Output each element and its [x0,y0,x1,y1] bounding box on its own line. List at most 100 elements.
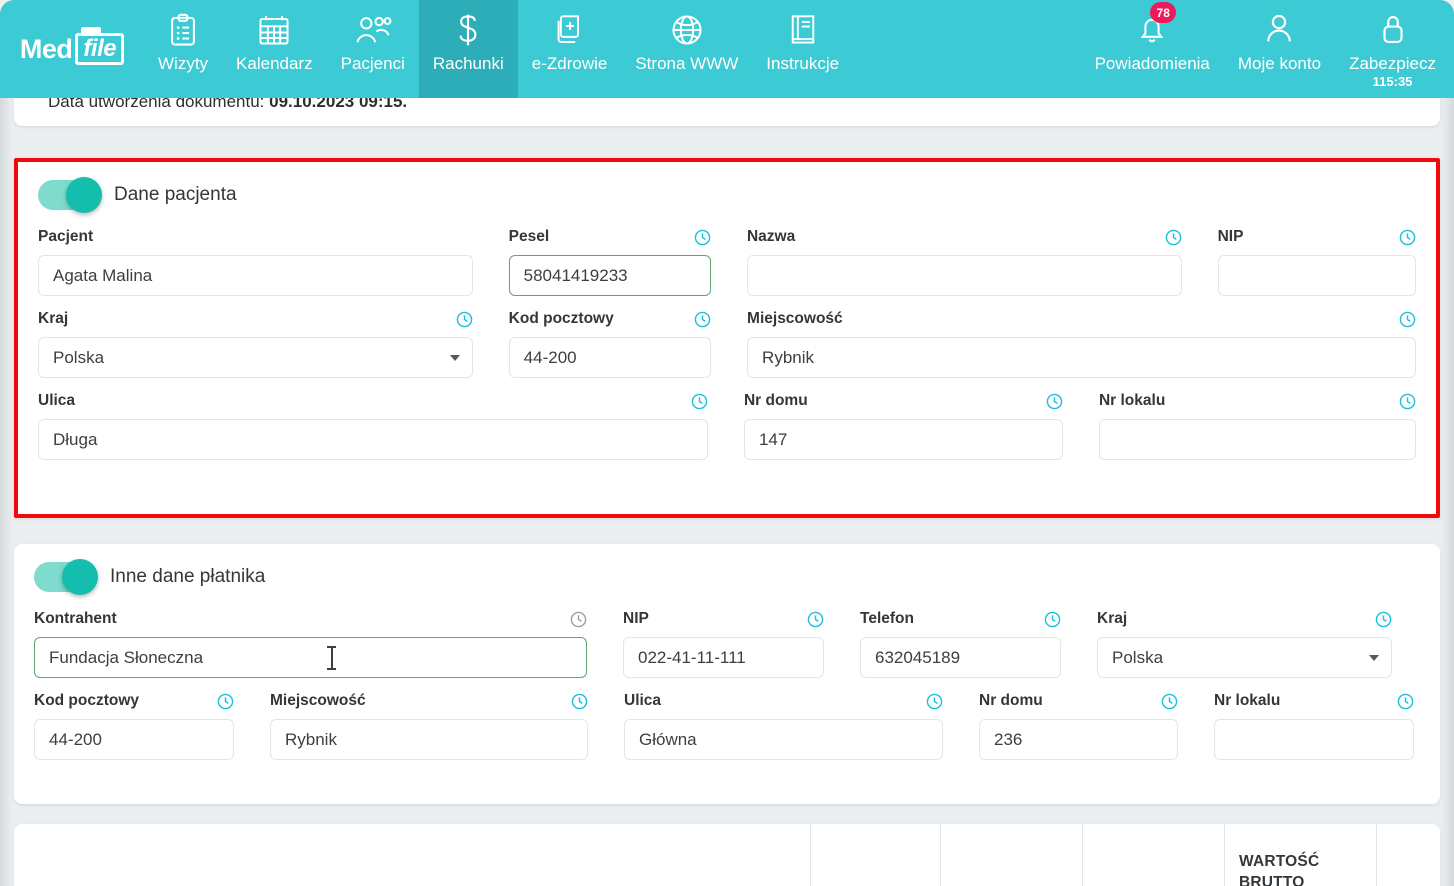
field-kontrahent: Kontrahent Fundacja Słoneczna [34,608,587,678]
patient-row-2: Kraj Polska Kod pocztowy [38,308,1416,378]
label-kontrahent: Kontrahent [34,610,117,628]
left-gutter [0,98,14,886]
field-payer-nip: NIP 022-41-11-111 [623,608,824,678]
label-ulica: Ulica [38,392,75,410]
chevron-down-icon [450,355,460,361]
input-payer-kod-pocztowy[interactable]: 44-200 [34,719,234,760]
nav-label-wizyty: Wizyty [158,55,208,72]
patient-data-toggle[interactable] [38,180,100,210]
field-payer-nr-lokalu: Nr lokalu [1214,690,1414,760]
input-kontrahent[interactable]: Fundacja Słoneczna [34,637,587,678]
input-pacjent[interactable]: Agata Malina [38,255,473,296]
nav-item-moje-konto[interactable]: Moje konto [1224,0,1335,98]
clock-icon-miejscowosc[interactable] [1399,311,1416,328]
items-table-header-row: USŁUGA / PRODUKT ILOŚĆ VAT % CENA BRUTTO… [14,824,1440,886]
label-nr-lokalu: Nr lokalu [1099,392,1165,410]
clipboard-icon [168,11,198,49]
field-payer-nr-domu: Nr domu 236 [979,690,1178,760]
input-pesel[interactable]: 58041419233 [509,255,711,296]
clock-icon-kontrahent[interactable] [570,611,587,628]
select-payer-kraj[interactable]: Polska [1097,637,1392,678]
field-payer-miejscowosc: Miejscowość Rybnik [270,690,588,760]
input-payer-nip[interactable]: 022-41-11-111 [623,637,824,678]
user-icon [1264,11,1294,49]
clock-icon-nr-lokalu[interactable] [1399,393,1416,410]
field-pacjent: Pacjent Agata Malina [38,226,473,296]
label-kod-pocztowy: Kod pocztowy [509,310,614,328]
clock-icon-nazwa[interactable] [1165,229,1182,246]
lock-icon [1379,11,1407,49]
patient-data-card: Dane pacjenta Pacjent Agata Malina Pesel [14,158,1440,518]
nav-label-e-zdrowie: e-Zdrowie [532,55,608,72]
th-actions [1376,824,1440,886]
input-nip[interactable] [1218,255,1416,296]
nav-label-moje-konto: Moje konto [1238,55,1321,72]
th-usluga-produkt[interactable]: USŁUGA / PRODUKT [14,824,810,886]
payer-data-card: Inne dane płatnika Kontrahent Fundacja S… [14,544,1440,804]
input-nr-lokalu[interactable] [1099,419,1416,460]
input-kod-pocztowy[interactable]: 44-200 [509,337,711,378]
clock-icon-payer-ulica[interactable] [926,693,943,710]
input-payer-nr-domu[interactable]: 236 [979,719,1178,760]
brand-logo[interactable]: Med file [0,0,144,98]
input-payer-nr-lokalu[interactable] [1214,719,1414,760]
input-payer-miejscowosc[interactable]: Rybnik [270,719,588,760]
app-screen: Med file Wizyt [0,0,1454,886]
clock-icon-payer-nr-domu[interactable] [1161,693,1178,710]
e-health-icon [555,11,585,49]
clock-icon-payer-kraj[interactable] [1375,611,1392,628]
input-ulica[interactable]: Długa [38,419,708,460]
field-pesel: Pesel 58041419233 [509,226,711,296]
input-telefon[interactable]: 632045189 [860,637,1061,678]
field-payer-kod-pocztowy: Kod pocztowy 44-200 [34,690,234,760]
input-nr-domu[interactable]: 147 [744,419,1063,460]
clock-icon-kod-pocztowy[interactable] [694,311,711,328]
nav-item-zabezpiecz[interactable]: Zabezpiecz 115:35 [1335,0,1450,98]
nav-item-wizyty[interactable]: Wizyty [144,0,222,98]
book-icon [788,11,818,49]
field-ulica: Ulica Długa [38,390,708,460]
nav-label-strona-www: Strona WWW [635,55,738,72]
clock-icon-telefon[interactable] [1044,611,1061,628]
nav-item-e-zdrowie[interactable]: e-Zdrowie [518,0,622,98]
notification-badge: 78 [1150,2,1176,23]
nav-item-instrukcje[interactable]: Instrukcje [752,0,853,98]
brand-med-text: Med [20,34,73,65]
clock-icon-pesel[interactable] [694,229,711,246]
th-cena-brutto[interactable]: CENA BRUTTO [1082,824,1224,886]
input-payer-ulica[interactable]: Główna [624,719,943,760]
select-payer-kraj-value: Polska [1112,648,1163,668]
clock-icon-payer-miejscowosc[interactable] [571,693,588,710]
th-ilosc[interactable]: ILOŚĆ [810,824,940,886]
label-nip: NIP [1218,228,1244,246]
clock-icon-nip[interactable] [1399,229,1416,246]
select-kraj[interactable]: Polska [38,337,473,378]
clock-icon-kraj[interactable] [456,311,473,328]
th-vat[interactable]: VAT % [940,824,1082,886]
nav-item-strona-www[interactable]: Strona WWW [621,0,752,98]
th-wartosc-brutto[interactable]: WARTOŚĆ BRUTTO [1224,824,1376,886]
label-pesel: Pesel [509,228,550,246]
clock-icon-nr-domu[interactable] [1046,393,1063,410]
clock-icon-ulica[interactable] [691,393,708,410]
nav-item-pacjenci[interactable]: Pacjenci [327,0,419,98]
clock-icon-payer-kod-pocztowy[interactable] [217,693,234,710]
text-cursor-icon [331,646,332,670]
clock-icon-payer-nip[interactable] [807,611,824,628]
clock-icon-payer-nr-lokalu[interactable] [1397,693,1414,710]
nav-item-powiadomienia[interactable]: 78 Powiadomienia [1081,0,1224,98]
input-miejscowosc[interactable]: Rybnik [747,337,1416,378]
field-kraj: Kraj Polska [38,308,473,378]
patient-row-3: Ulica Długa Nr domu 147 [38,390,1416,460]
label-nazwa: Nazwa [747,228,795,246]
input-nazwa[interactable] [747,255,1182,296]
field-payer-kraj: Kraj Polska [1097,608,1392,678]
page-content: Data utworzenia dokumentu: 09.10.2023 09… [0,98,1454,886]
label-payer-nip: NIP [623,610,649,628]
nav-item-rachunki[interactable]: Rachunki [419,0,518,98]
label-miejscowosc: Miejscowość [747,310,843,328]
field-nr-domu: Nr domu 147 [744,390,1063,460]
payer-data-toggle[interactable] [34,562,96,592]
nav-item-kalendarz[interactable]: Kalendarz [222,0,327,98]
top-navbar: Med file Wizyt [0,0,1454,98]
